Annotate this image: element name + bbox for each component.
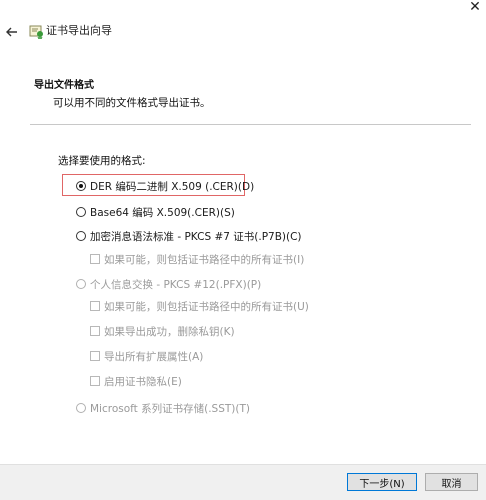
cancel-button[interactable]: 取消 xyxy=(425,473,478,491)
page-heading: 导出文件格式 xyxy=(34,80,94,91)
checkbox-pfx-include-path-label: 如果可能，则包括证书路径中的所有证书(U) xyxy=(104,300,309,313)
checkbox-pfx-enable-privacy-box[interactable] xyxy=(90,376,100,386)
radio-pkcs7-button[interactable] xyxy=(76,231,86,241)
certificate-wizard-icon xyxy=(28,23,44,41)
format-prompt-label: 选择要使用的格式: xyxy=(58,155,146,167)
close-button[interactable]: ✕ xyxy=(466,0,484,16)
radio-base64-button[interactable] xyxy=(76,207,86,217)
radio-pkcs12-label: 个人信息交换 - PKCS #12(.PFX)(P) xyxy=(90,278,262,291)
radio-pkcs7-label: 加密消息语法标准 - PKCS #7 证书(.P7B)(C) xyxy=(90,230,302,243)
checkbox-pfx-export-ext-label: 导出所有扩展属性(A) xyxy=(104,350,204,363)
radio-option-pkcs7[interactable]: 加密消息语法标准 - PKCS #7 证书(.P7B)(C) xyxy=(76,229,302,243)
checkbox-pfx-delete-key-box[interactable] xyxy=(90,326,100,336)
radio-option-base64[interactable]: Base64 编码 X.509(.CER)(S) xyxy=(76,205,235,219)
checkbox-p7b-include-path-label: 如果可能，则包括证书路径中的所有证书(I) xyxy=(104,253,305,266)
wizard-title: 证书导出向导 xyxy=(46,24,112,37)
checkbox-pfx-enable-privacy[interactable]: 启用证书隐私(E) xyxy=(90,374,182,388)
next-button[interactable]: 下一步(N) xyxy=(347,473,417,491)
checkbox-pfx-delete-key-label: 如果导出成功，删除私钥(K) xyxy=(104,325,235,338)
radio-der-label: DER 编码二进制 X.509 (.CER)(D) xyxy=(90,180,255,193)
radio-sst-button[interactable] xyxy=(76,403,86,413)
checkbox-pfx-export-ext-box[interactable] xyxy=(90,351,100,361)
checkbox-pfx-include-path[interactable]: 如果可能，则包括证书路径中的所有证书(U) xyxy=(90,299,309,313)
back-button[interactable] xyxy=(5,24,21,40)
radio-base64-label: Base64 编码 X.509(.CER)(S) xyxy=(90,206,235,219)
radio-option-pkcs12[interactable]: 个人信息交换 - PKCS #12(.PFX)(P) xyxy=(76,277,261,291)
page-subheading: 可以用不同的文件格式导出证书。 xyxy=(53,97,211,109)
radio-der-button[interactable] xyxy=(76,181,86,191)
checkbox-p7b-include-path[interactable]: 如果可能，则包括证书路径中的所有证书(I) xyxy=(90,252,304,266)
radio-sst-label: Microsoft 系列证书存储(.SST)(T) xyxy=(90,402,251,415)
radio-pkcs12-button[interactable] xyxy=(76,279,86,289)
back-arrow-icon xyxy=(6,27,17,37)
header-divider xyxy=(30,124,471,125)
checkbox-pfx-export-ext[interactable]: 导出所有扩展属性(A) xyxy=(90,349,203,363)
checkbox-pfx-enable-privacy-label: 启用证书隐私(E) xyxy=(104,375,182,388)
radio-option-sst[interactable]: Microsoft 系列证书存储(.SST)(T) xyxy=(76,401,250,415)
radio-option-der[interactable]: DER 编码二进制 X.509 (.CER)(D) xyxy=(76,179,254,193)
checkbox-p7b-include-path-box[interactable] xyxy=(90,254,100,264)
checkbox-pfx-delete-key[interactable]: 如果导出成功，删除私钥(K) xyxy=(90,324,235,338)
checkbox-pfx-include-path-box[interactable] xyxy=(90,301,100,311)
